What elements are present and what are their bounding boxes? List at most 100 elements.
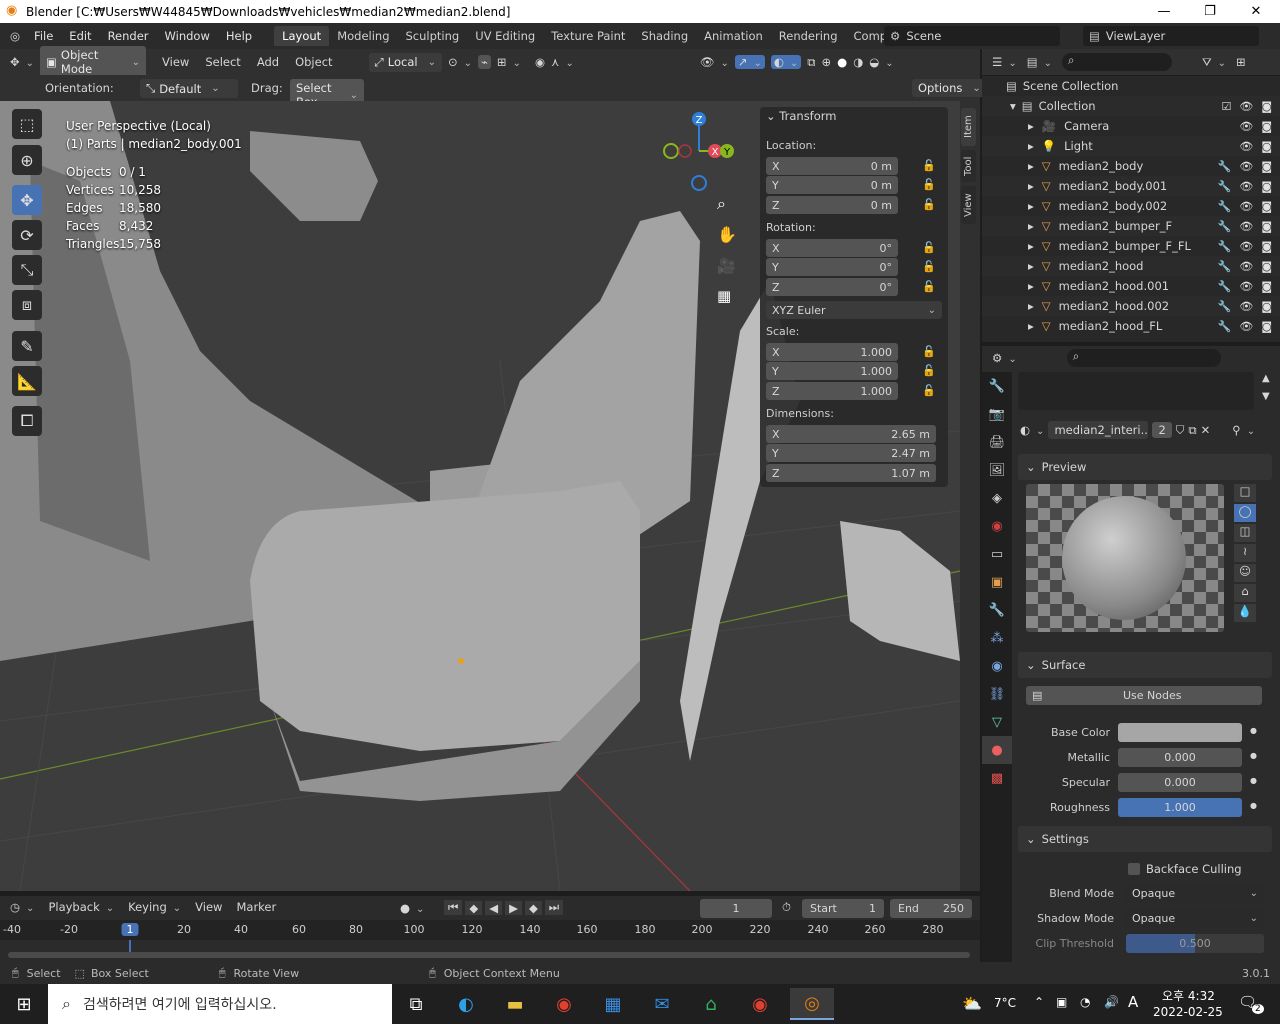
tab-texture-paint[interactable]: Texture Paint (543, 26, 633, 46)
tree-row[interactable]: ▸ ▽ median2_hood.002 🔧 👁 ◙ (982, 296, 1280, 316)
camera-render-icon[interactable]: ◙ (1261, 140, 1272, 153)
current-frame-field[interactable]: 1 (700, 899, 772, 918)
tab-shading[interactable]: Shading (633, 26, 696, 46)
chrome-icon[interactable]: ◉ (548, 988, 580, 1020)
expand-arrow-icon[interactable]: ▸ (1028, 119, 1034, 133)
lock-icon[interactable]: 🔓 (922, 280, 936, 293)
use-nodes-button[interactable]: ▤ Use Nodes (1026, 686, 1262, 705)
checkbox-icon[interactable]: ☑ (1221, 100, 1231, 113)
rotation-y-field[interactable]: Y 0° (766, 258, 898, 276)
ime-indicator[interactable]: A (1128, 993, 1138, 1011)
play-icon[interactable]: ▶ (505, 900, 522, 915)
camera-render-icon[interactable]: ◙ (1261, 220, 1272, 233)
camera-view-icon[interactable]: 🎥 (717, 257, 736, 275)
lock-icon[interactable]: 🔓 (922, 260, 936, 273)
menu-render[interactable]: Render (100, 29, 157, 43)
expand-arrow-icon[interactable]: ▸ (1028, 199, 1034, 213)
lock-icon[interactable]: 🔓 (922, 198, 936, 211)
pan-hand-icon[interactable]: ✋ (717, 225, 737, 244)
texture-tab-icon[interactable]: ▩ (982, 764, 1012, 792)
eye-icon[interactable]: 👁 (1239, 280, 1253, 293)
record-icon[interactable]: ● (400, 901, 424, 915)
display-mode-icon[interactable]: ▤ (1027, 55, 1052, 69)
xray-icon[interactable]: ⧉ (807, 55, 815, 70)
location-y-field[interactable]: Y0 m (766, 176, 898, 194)
camera-render-icon[interactable]: ◙ (1261, 160, 1272, 173)
maximize-button[interactable]: ❐ (1187, 0, 1233, 23)
socket-dot-icon[interactable]: ● (1250, 751, 1257, 760)
material-shading-icon[interactable]: ◑ (853, 55, 863, 69)
preview-cloth-icon[interactable]: ⌂ (1234, 584, 1256, 602)
prev-keyframe-icon[interactable]: ◆ (465, 900, 483, 915)
playback-menu[interactable]: Playback (48, 900, 114, 914)
wifi-icon[interactable]: ◔ (1080, 995, 1090, 1009)
camera-render-icon[interactable]: ◙ (1261, 260, 1272, 273)
material-tab-icon[interactable]: ● (982, 736, 1012, 764)
weather-icon[interactable]: ⛅ (962, 994, 982, 1013)
modifier-tab-icon[interactable]: 🔧 (982, 596, 1012, 624)
timeline-view-menu[interactable]: View (195, 900, 222, 914)
slot-down-icon[interactable]: ▼ (1262, 391, 1270, 402)
unlink-material-icon[interactable]: ✕ (1201, 423, 1211, 437)
temperature[interactable]: 7°C (994, 996, 1016, 1010)
eye-icon[interactable]: 👁 (1239, 300, 1253, 313)
marker-menu[interactable]: Marker (236, 900, 276, 914)
output-tab-icon[interactable]: 🖨 (982, 428, 1012, 456)
expand-arrow-icon[interactable]: ▸ (1028, 299, 1034, 313)
render-tab-icon[interactable]: 📷 (982, 400, 1012, 428)
expand-arrow-icon[interactable]: ▸ (1028, 319, 1034, 333)
socket-dot-icon[interactable]: ● (1250, 726, 1257, 735)
pivot-icon[interactable]: ⊙ (448, 55, 472, 69)
expand-arrow-icon[interactable]: ▸ (1028, 239, 1034, 253)
tab-modeling[interactable]: Modeling (329, 26, 397, 46)
dimension-x-field[interactable]: X 2.65 m (766, 425, 936, 443)
menu-select[interactable]: Select (205, 55, 240, 69)
navigation-gizmo[interactable]: Z X Y (655, 107, 745, 197)
clock-date[interactable]: 2022-02-25 (1153, 1005, 1223, 1019)
options-dropdown[interactable]: Options (912, 79, 987, 97)
file-explorer-icon[interactable]: ▬ (499, 988, 531, 1020)
eye-icon[interactable]: 👁 (1239, 160, 1253, 173)
close-button[interactable]: ✕ (1233, 0, 1279, 23)
stopwatch-icon[interactable]: ⏱ (782, 900, 791, 915)
camera-render-icon[interactable]: ◙ (1261, 300, 1272, 313)
tree-row[interactable]: ▤ Scene Collection (982, 76, 1280, 96)
eye-icon[interactable]: 👁 (1239, 320, 1253, 333)
eye-icon[interactable]: 👁 (1239, 200, 1253, 213)
tray-chevron-icon[interactable]: ⌃ (1034, 995, 1044, 1009)
timeline-scrollbar[interactable] (8, 952, 970, 958)
tree-row[interactable]: ▸ ▽ median2_bumper_F_FL 🔧 👁 ◙ (982, 236, 1280, 256)
tree-row[interactable]: ▸ ▽ median2_hood.001 🔧 👁 ◙ (982, 276, 1280, 296)
mail-icon[interactable]: ✉ (646, 988, 678, 1020)
camera-render-icon[interactable]: ◙ (1261, 240, 1272, 253)
eye-icon[interactable]: 👁 (1239, 100, 1253, 113)
menu-add[interactable]: Add (257, 55, 279, 69)
camera-render-icon[interactable]: ◙ (1261, 100, 1272, 113)
properties-search-input[interactable]: ⌕ (1066, 349, 1221, 367)
preview-cube-icon[interactable]: ◫ (1234, 524, 1256, 542)
lock-icon[interactable]: 🔓 (922, 241, 936, 254)
filter-icon[interactable]: ⛛ (1202, 55, 1226, 70)
move-tool[interactable]: ✥ (12, 185, 42, 215)
mode-dropdown[interactable]: ▣ Object Mode (40, 46, 147, 78)
transform-tool[interactable]: ⧈ (12, 290, 42, 320)
app-icon[interactable]: ⌂ (695, 988, 727, 1020)
cursor-tool[interactable]: ⊕ (12, 145, 42, 175)
data-tab-icon[interactable]: ▽ (982, 708, 1012, 736)
tree-row[interactable]: ▸ 🎥 Camera 👁 ◙ (982, 116, 1280, 136)
world-tab-icon[interactable]: ◉ (982, 512, 1012, 540)
tree-row[interactable]: ▸ ▽ median2_body.001 🔧 👁 ◙ (982, 176, 1280, 196)
jump-start-icon[interactable]: ⏮ (444, 900, 463, 915)
preview-fluid-icon[interactable]: 💧 (1234, 604, 1256, 622)
solid-shading-icon[interactable]: ● (837, 55, 847, 69)
expand-arrow-icon[interactable]: ▸ (1028, 179, 1034, 193)
timeline-editor-icon[interactable]: ◷ (10, 900, 34, 914)
fake-user-shield-icon[interactable]: ⛉ (1176, 423, 1185, 438)
view-layer-selector[interactable]: ▤ ViewLayer (1083, 26, 1259, 46)
location-x-field[interactable]: X0 m (766, 157, 898, 175)
expand-arrow-icon[interactable]: ▸ (1028, 159, 1034, 173)
tree-row[interactable]: ▾ ▤ Collection ☑ 👁 ◙ (982, 96, 1280, 116)
preview-sphere-icon[interactable]: ◯ (1234, 504, 1256, 522)
next-keyframe-icon[interactable]: ◆ (524, 900, 542, 915)
expand-arrow-icon[interactable]: ▸ (1028, 259, 1034, 273)
